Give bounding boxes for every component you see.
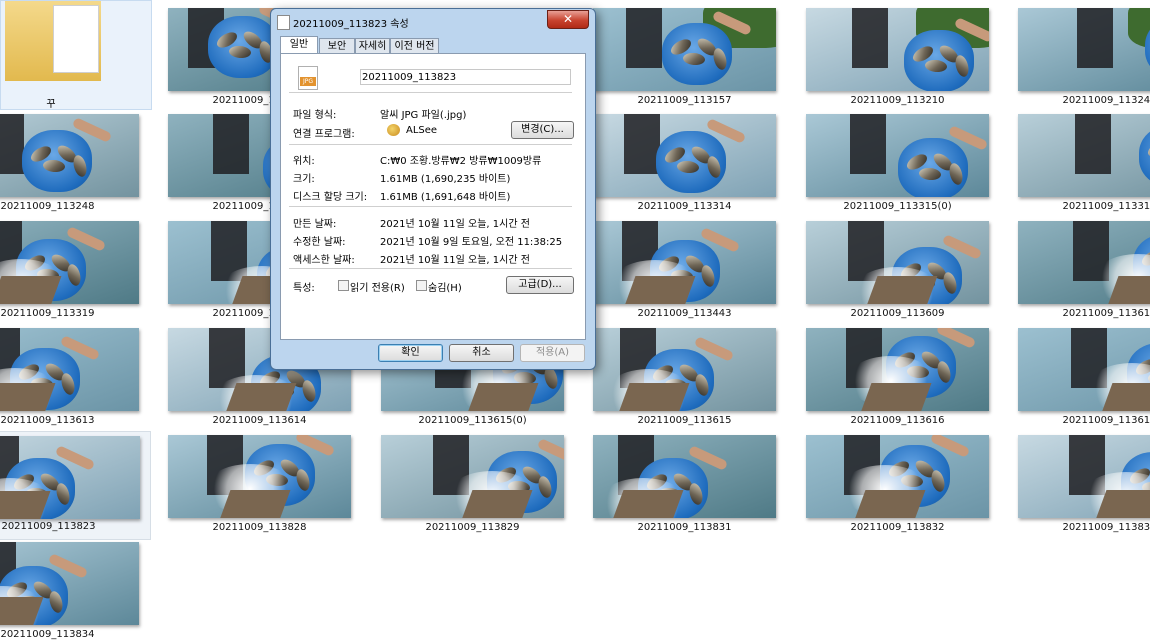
thumbnail-label: 20211009_113613 xyxy=(0,415,95,426)
thumbnail-label: 20211009_113319 xyxy=(0,308,95,319)
thumbnail-label: 20211009_113831 xyxy=(637,522,732,533)
divider xyxy=(289,268,572,269)
filename-field[interactable]: 20211009_113823 xyxy=(360,69,571,85)
thumbnail-label: 20211009_113248 xyxy=(0,201,95,212)
thumbnail-label: 20211009_113832 xyxy=(850,522,945,533)
thumbnail-image xyxy=(381,435,564,518)
folder-item[interactable]: 꾸 xyxy=(0,0,152,110)
thumbnail-image xyxy=(593,328,776,411)
thumbnail-label: 20211009_113617 xyxy=(1062,415,1150,426)
location-value: C:₩0 조황.방류₩2 방류₩1009방류 xyxy=(380,156,542,167)
thumbnail-label: 20211009_113616 xyxy=(850,415,945,426)
thumbnail-image xyxy=(0,221,139,304)
thumbnail-label: 20211009_113314 xyxy=(637,201,732,212)
thumbnail-image xyxy=(1018,328,1150,411)
thumbnail-image xyxy=(806,114,989,197)
folder-preview-page xyxy=(53,5,99,73)
thumbnail-image xyxy=(593,114,776,197)
thumbnail-image xyxy=(806,8,989,91)
change-button[interactable]: 변경(C)... xyxy=(511,121,574,139)
thumbnail-label: 20211009_113443 xyxy=(637,308,732,319)
thumbnail-label: 20211009_113833 xyxy=(1062,522,1150,533)
general-panel: JPG 20211009_113823 파일 형식: 알씨 JPG 파일(.jp… xyxy=(280,53,586,340)
thumbnail-image xyxy=(1018,114,1150,197)
modified-value: 2021년 10월 9일 토요일, 오전 11:38:25 xyxy=(380,237,563,248)
thumbnail-image xyxy=(806,328,989,411)
thumbnail-label: 20211009_113829 xyxy=(425,522,520,533)
tab-previous-versions[interactable]: 이전 버전 xyxy=(390,38,439,54)
thumbnail-image xyxy=(806,221,989,304)
cancel-button[interactable]: 취소 xyxy=(449,344,514,362)
thumbnail-label: 20211009_113210 xyxy=(850,95,945,106)
thumbnail-image xyxy=(0,328,139,411)
thumbnail-image xyxy=(0,436,140,519)
hidden-checkbox[interactable] xyxy=(416,280,427,291)
thumbnail-image xyxy=(806,435,989,518)
file-type-value: 알씨 JPG 파일(.jpg) xyxy=(380,110,467,121)
tab-details[interactable]: 자세히 xyxy=(355,38,390,54)
hidden-label: 숨김(H) xyxy=(428,283,462,294)
location-label: 위치: xyxy=(293,156,315,167)
thumbnail-label: 20211009_113834 xyxy=(0,629,95,640)
file-type-label: 파일 형식: xyxy=(293,110,337,121)
thumbnail-label: 20211009_113614 xyxy=(212,415,307,426)
readonly-checkbox[interactable] xyxy=(338,280,349,291)
ok-button[interactable]: 확인 xyxy=(378,344,443,362)
thumbnail-label: 20211009_113315 xyxy=(1062,201,1150,212)
thumbnail-image xyxy=(0,542,139,625)
accessed-label: 액세스한 날짜: xyxy=(293,255,355,266)
thumbnail-image xyxy=(1018,435,1150,518)
advanced-button[interactable]: 고급(D)... xyxy=(506,276,574,294)
dialog-titlebar[interactable]: 20211009_113823 속성 ✕ xyxy=(271,9,595,33)
created-value: 2021년 10월 11일 오늘, 1시간 전 xyxy=(380,219,530,230)
disk-size-label: 디스크 할당 크기: xyxy=(293,192,368,203)
thumbnail-image xyxy=(1018,221,1150,304)
thumbnail-item[interactable]: 20211009_113823 xyxy=(0,431,151,540)
apply-button[interactable]: 적용(A) xyxy=(520,344,585,362)
open-with-value: ALSee xyxy=(406,125,438,136)
thumbnail-image xyxy=(593,221,776,304)
thumbnail-image xyxy=(168,435,351,518)
readonly-label: 읽기 전용(R) xyxy=(350,283,405,294)
size-value: 1.61MB (1,690,235 바이트) xyxy=(380,174,511,185)
attributes-label: 특성: xyxy=(293,283,315,294)
tab-security[interactable]: 보안 xyxy=(319,38,355,54)
modified-label: 수정한 날짜: xyxy=(293,237,346,248)
close-button[interactable]: ✕ xyxy=(547,10,589,29)
thumbnail-label: 20211009_113612 xyxy=(1062,308,1150,319)
thumbnail-image xyxy=(593,8,776,91)
alsee-icon xyxy=(387,124,400,136)
thumbnail-label: 20211009_113609 xyxy=(850,308,945,319)
thumbnail-label: 20211009_113615 xyxy=(637,415,732,426)
accessed-value: 2021년 10월 11일 오늘, 1시간 전 xyxy=(380,255,530,266)
thumbnail-label: 20211009_113828 xyxy=(212,522,307,533)
file-icon xyxy=(277,15,290,30)
thumbnail-label: 20211009_113315(0) xyxy=(843,201,952,212)
open-with-label: 연결 프로그램: xyxy=(293,129,355,140)
disk-size-value: 1.61MB (1,691,648 바이트) xyxy=(380,192,511,203)
thumbnail-image xyxy=(593,435,776,518)
divider xyxy=(289,92,572,93)
thumbnail-label: 20211009_113823 xyxy=(1,521,96,532)
divider xyxy=(289,144,572,145)
thumbnail-image xyxy=(1018,8,1150,91)
dialog-title: 20211009_113823 속성 xyxy=(293,19,409,30)
folder-label: 꾸 xyxy=(46,99,56,110)
thumbnail-label: 20211009_113245 xyxy=(1062,95,1150,106)
jpg-file-icon: JPG xyxy=(298,66,318,90)
thumbnail-label: 20211009_113615(0) xyxy=(418,415,527,426)
divider xyxy=(289,206,572,207)
thumbnail-image xyxy=(0,114,139,197)
thumbnail-label: 20211009_113157 xyxy=(637,95,732,106)
created-label: 만든 날짜: xyxy=(293,219,337,230)
size-label: 크기: xyxy=(293,174,315,185)
properties-dialog: 20211009_113823 속성 ✕ 일반 보안 자세히 이전 버전 JPG… xyxy=(270,8,596,370)
